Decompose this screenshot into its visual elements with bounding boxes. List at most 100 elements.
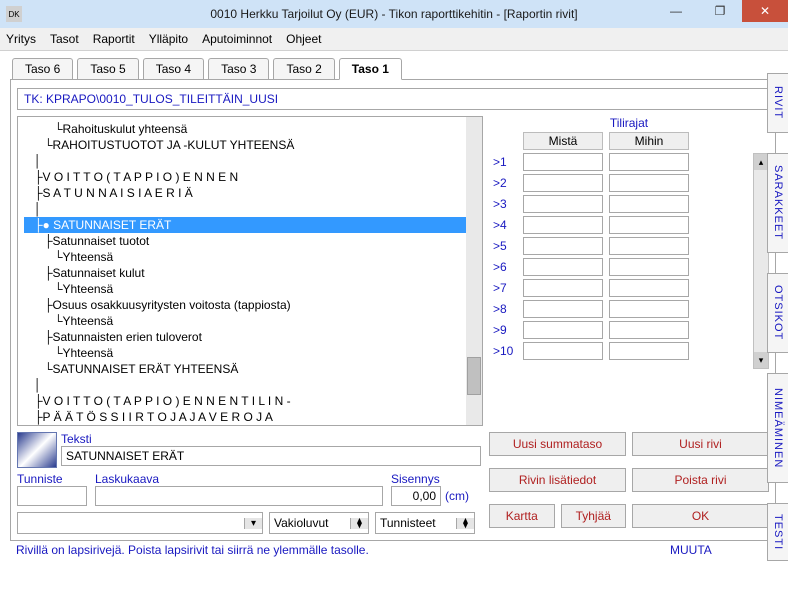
verttab-nimeaminen[interactable]: NIMEÄMINEN: [767, 373, 788, 483]
tree-item[interactable]: │: [24, 153, 466, 169]
tree-item[interactable]: └Yhteensä: [24, 313, 466, 329]
combo-1[interactable]: ▾: [17, 512, 263, 534]
tree-item[interactable]: ├Satunnaiset tuotot: [24, 233, 466, 249]
titlebar: DK 0010 Herkku Tarjoilut Oy (EUR) - Tiko…: [0, 0, 788, 28]
verttab-sarakkeet[interactable]: SARAKKEET: [767, 153, 788, 253]
uusi-summataso-button[interactable]: Uusi summataso: [489, 432, 626, 456]
tili-mista-input-2[interactable]: [523, 174, 603, 192]
tili-row-label: >1: [489, 155, 517, 169]
tilirajat-panel: Tilirajat Mistä Mihin >1>2>3>4>5>6>7>8>9…: [489, 116, 769, 426]
tab-taso-6[interactable]: Taso 6: [12, 58, 73, 80]
tree-scrollbar[interactable]: [466, 117, 482, 425]
tili-row-label: >8: [489, 302, 517, 316]
tili-mista-input-5[interactable]: [523, 237, 603, 255]
tree-item[interactable]: ├Osuus osakkuusyritysten voitosta (tappi…: [24, 297, 466, 313]
tili-mihin-input-3[interactable]: [609, 195, 689, 213]
minimize-button[interactable]: —: [654, 0, 698, 22]
laskukaava-label: Laskukaava: [95, 472, 383, 486]
tab-row: Taso 6Taso 5Taso 4Taso 3Taso 2Taso 1: [6, 57, 780, 79]
status-mode: MUUTA: [670, 543, 770, 557]
tili-mihin-input-6[interactable]: [609, 258, 689, 276]
tili-mista-input-4[interactable]: [523, 216, 603, 234]
tilirajat-title: Tilirajat: [489, 116, 769, 130]
tili-row-label: >2: [489, 176, 517, 190]
tree-item[interactable]: ├P Ä Ä T Ö S S I I R T O J A J A V E R O…: [24, 409, 466, 425]
tili-mihin-input-10[interactable]: [609, 342, 689, 360]
tili-row-label: >6: [489, 260, 517, 274]
tili-mihin-input-8[interactable]: [609, 300, 689, 318]
col-mihin: Mihin: [609, 132, 689, 150]
tyhjaa-button[interactable]: Tyhjää: [561, 504, 627, 528]
report-tree[interactable]: └Rahoituskulut yhteensä └RAHOITUSTUOTOT …: [17, 116, 483, 426]
tab-taso-3[interactable]: Taso 3: [208, 58, 269, 80]
tree-item[interactable]: └Yhteensä: [24, 345, 466, 361]
teksti-label: Teksti: [61, 432, 481, 446]
tili-row-label: >4: [489, 218, 517, 232]
tree-item[interactable]: ├Satunnaiset kulut: [24, 265, 466, 281]
restore-button[interactable]: ❐: [698, 0, 742, 22]
tili-mihin-input-5[interactable]: [609, 237, 689, 255]
combo-vakioluvut[interactable]: Vakioluvut⧫: [269, 512, 369, 534]
report-path-field[interactable]: TK: KPRAPO\0010_TULOS_TILEITTÄIN_UUSI: [17, 88, 769, 110]
menu-yllapito[interactable]: Ylläpito: [149, 32, 188, 46]
menu-yritys[interactable]: Yritys: [6, 32, 36, 46]
uusi-rivi-button[interactable]: Uusi rivi: [632, 432, 769, 456]
menubar: Yritys Tasot Raportit Ylläpito Aputoimin…: [0, 28, 788, 51]
rivin-lisatiedot-button[interactable]: Rivin lisätiedot: [489, 468, 626, 492]
tree-item[interactable]: └Yhteensä: [24, 281, 466, 297]
tree-item[interactable]: ├● SATUNNAISET ERÄT: [24, 217, 466, 233]
tili-mista-input-7[interactable]: [523, 279, 603, 297]
verttab-otsikot[interactable]: OTSIKOT: [767, 273, 788, 353]
tunniste-input[interactable]: [17, 486, 87, 506]
menu-aputoiminnot[interactable]: Aputoiminnot: [202, 32, 272, 46]
tree-item[interactable]: └RAHOITUSTUOTOT JA -KULUT YHTEENSÄ: [24, 137, 466, 153]
tili-mihin-input-4[interactable]: [609, 216, 689, 234]
menu-tasot[interactable]: Tasot: [50, 32, 79, 46]
tili-row-label: >7: [489, 281, 517, 295]
tili-mihin-input-1[interactable]: [609, 153, 689, 171]
tree-item[interactable]: └Yhteensä: [24, 249, 466, 265]
tili-mista-input-1[interactable]: [523, 153, 603, 171]
tili-mista-input-9[interactable]: [523, 321, 603, 339]
tree-item[interactable]: ├Satunnaisten erien tuloverot: [24, 329, 466, 345]
tili-mista-input-8[interactable]: [523, 300, 603, 318]
tili-row-label: >3: [489, 197, 517, 211]
combo-tunnisteet[interactable]: Tunnisteet⧫: [375, 512, 475, 534]
tili-mista-input-3[interactable]: [523, 195, 603, 213]
teksti-input[interactable]: SATUNNAISET ERÄT: [61, 446, 481, 466]
tili-mihin-input-9[interactable]: [609, 321, 689, 339]
tab-taso-5[interactable]: Taso 5: [77, 58, 138, 80]
laskukaava-input[interactable]: [95, 486, 383, 506]
col-mista: Mistä: [523, 132, 603, 150]
tree-item[interactable]: ├S A T U N N A I S I A E R I Ä: [24, 185, 466, 201]
tree-item[interactable]: └SATUNNAISET ERÄT YHTEENSÄ: [24, 361, 466, 377]
close-button[interactable]: ✕: [742, 0, 788, 22]
tunniste-label: Tunniste: [17, 472, 87, 486]
tab-taso-1[interactable]: Taso 1: [339, 58, 402, 80]
tree-item[interactable]: ├V O I T T O ( T A P P I O ) E N N E N: [24, 169, 466, 185]
tili-mihin-input-2[interactable]: [609, 174, 689, 192]
menu-raportit[interactable]: Raportit: [93, 32, 135, 46]
tree-item[interactable]: │: [24, 377, 466, 393]
tili-mihin-input-7[interactable]: [609, 279, 689, 297]
tili-mista-input-6[interactable]: [523, 258, 603, 276]
sisennys-unit: (cm): [445, 489, 469, 503]
tili-row-label: >5: [489, 239, 517, 253]
status-message: Rivillä on lapsirivejä. Poista lapsirivi…: [16, 543, 670, 557]
tree-item[interactable]: ├V O I T T O ( T A P P I O ) E N N E N T…: [24, 393, 466, 409]
ok-button[interactable]: OK: [632, 504, 769, 528]
poista-rivi-button[interactable]: Poista rivi: [632, 468, 769, 492]
status-bar: Rivillä on lapsirivejä. Poista lapsirivi…: [6, 541, 780, 559]
tili-row-label: >10: [489, 344, 517, 358]
sisennys-input[interactable]: 0,00: [391, 486, 441, 506]
kartta-button[interactable]: Kartta: [489, 504, 555, 528]
menu-ohjeet[interactable]: Ohjeet: [286, 32, 321, 46]
verttab-rivit[interactable]: RIVIT: [767, 73, 788, 133]
verttab-testi[interactable]: TESTI: [767, 503, 788, 561]
tree-item[interactable]: │: [24, 201, 466, 217]
tab-taso-4[interactable]: Taso 4: [143, 58, 204, 80]
sisennys-label: Sisennys: [391, 472, 481, 486]
tree-item[interactable]: └Rahoituskulut yhteensä: [24, 121, 466, 137]
tab-taso-2[interactable]: Taso 2: [273, 58, 334, 80]
tili-mista-input-10[interactable]: [523, 342, 603, 360]
